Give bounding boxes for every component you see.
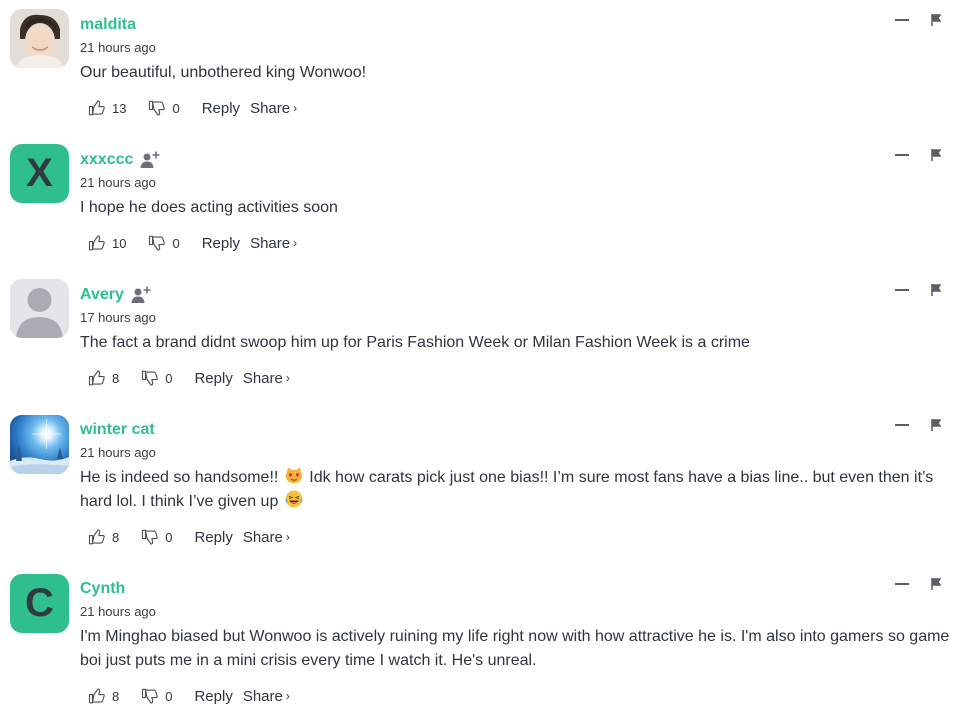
avatar[interactable]: X (10, 144, 69, 203)
share-button[interactable]: Share › (250, 100, 297, 117)
flag-icon[interactable] (931, 284, 941, 296)
dislike-count: 0 (172, 100, 180, 116)
minimize-icon[interactable] (895, 19, 909, 21)
like-count: 13 (112, 100, 127, 116)
like-count: 8 (112, 370, 120, 386)
username[interactable]: xxxccc (80, 151, 133, 169)
dislike-button[interactable]: 0 (141, 528, 172, 546)
like-button[interactable]: 13 (88, 99, 126, 117)
thumbs-down-icon (142, 529, 158, 545)
share-label: Share (242, 687, 283, 705)
timestamp[interactable]: 21 hours ago (80, 175, 967, 190)
share-label: Share (242, 369, 283, 387)
dislike-button[interactable]: 0 (148, 99, 180, 117)
minimize-icon[interactable] (895, 583, 909, 585)
like-count: 8 (112, 529, 120, 545)
username[interactable]: winter cat (80, 421, 155, 439)
minimize-icon[interactable] (895, 424, 909, 426)
thumbs-down-icon (142, 688, 158, 704)
dislike-count: 0 (172, 235, 180, 251)
minimize-icon[interactable] (895, 154, 909, 156)
like-button[interactable]: 8 (88, 687, 119, 705)
flag-icon[interactable] (931, 578, 941, 590)
reply-button[interactable]: Reply (194, 529, 232, 546)
comment-item: winter cat 21 hours ago He is indeed so … (0, 406, 967, 565)
avatar[interactable]: C (10, 574, 69, 633)
share-button[interactable]: Share › (243, 688, 290, 705)
reply-button[interactable]: Reply (194, 370, 232, 387)
minimize-icon[interactable] (895, 289, 909, 291)
like-count: 8 (112, 688, 120, 704)
flag-icon[interactable] (931, 419, 941, 431)
laughing-emoji (285, 490, 303, 508)
share-button[interactable]: Share › (250, 235, 297, 252)
thumbs-up-icon (88, 529, 105, 545)
avatar-letter: C (25, 581, 54, 625)
winter-landscape-icon (10, 415, 69, 474)
flag-icon[interactable] (931, 14, 941, 26)
reply-button[interactable]: Reply (202, 100, 240, 117)
dislike-count: 0 (165, 529, 173, 545)
share-button[interactable]: Share › (243, 529, 290, 546)
username[interactable]: Avery (80, 286, 124, 304)
comment-item: maldita 21 hours ago Our beautiful, unbo… (0, 0, 967, 135)
chevron-right-icon: › (285, 689, 290, 703)
chevron-right-icon: › (293, 101, 298, 115)
flag-icon[interactable] (931, 149, 941, 161)
thumbs-up-icon (88, 100, 105, 116)
like-button[interactable]: 8 (88, 369, 119, 387)
avatar[interactable] (10, 415, 69, 474)
dislike-button[interactable]: 0 (148, 234, 180, 252)
comment-item: C Cynth 21 hours ago I'm Minghao biased … (0, 565, 967, 723)
username[interactable]: maldita (80, 16, 136, 34)
thumbs-up-icon (88, 235, 105, 251)
avatar[interactable] (10, 279, 69, 338)
avatar-letter: X (26, 151, 53, 195)
user-photo-icon (10, 9, 69, 68)
dislike-count: 0 (165, 688, 173, 704)
chevron-right-icon: › (285, 530, 290, 544)
thumbs-up-icon (88, 370, 105, 386)
avatar[interactable] (10, 9, 69, 68)
timestamp[interactable]: 17 hours ago (80, 310, 967, 325)
like-button[interactable]: 10 (88, 234, 126, 252)
comment-text: I'm Minghao biased but Wonwoo is activel… (80, 628, 950, 669)
thumbs-up-icon (88, 688, 105, 704)
timestamp[interactable]: 21 hours ago (80, 40, 967, 55)
dislike-button[interactable]: 0 (141, 369, 172, 387)
reply-button[interactable]: Reply (194, 688, 232, 705)
share-label: Share (242, 528, 283, 546)
timestamp[interactable]: 21 hours ago (80, 604, 967, 619)
comment-text: He is indeed so handsome!! Idk how carat… (80, 466, 967, 514)
like-count: 10 (112, 235, 127, 251)
comment-text: Our beautiful, unbothered king Wonwoo! (80, 64, 367, 81)
like-button[interactable]: 8 (88, 528, 119, 546)
comment-item: X xxxccc 21 hours ago I hope he does act… (0, 135, 967, 270)
thumbs-down-icon (142, 370, 158, 386)
comment-text: The fact a brand didnt swoop him up for … (80, 334, 750, 351)
default-user-icon (10, 279, 69, 338)
heart-eyes-cat-emoji (285, 467, 302, 483)
share-label: Share (250, 99, 291, 117)
share-button[interactable]: Share › (243, 370, 290, 387)
thumbs-down-icon (149, 235, 166, 251)
add-user-icon[interactable] (140, 151, 160, 169)
chevron-right-icon: › (285, 371, 290, 385)
comment-text-part: He is indeed so handsome!! (80, 469, 279, 486)
timestamp[interactable]: 21 hours ago (80, 445, 967, 460)
comment-text: I hope he does acting activities soon (80, 199, 338, 216)
chevron-right-icon: › (293, 236, 298, 250)
dislike-count: 0 (165, 370, 173, 386)
username[interactable]: Cynth (80, 580, 125, 598)
reply-button[interactable]: Reply (202, 235, 240, 252)
share-label: Share (250, 234, 291, 252)
dislike-button[interactable]: 0 (141, 687, 172, 705)
comment-item: Avery 17 hours ago The fact a brand didn… (0, 270, 967, 406)
thumbs-down-icon (149, 100, 166, 116)
add-user-icon[interactable] (131, 286, 151, 304)
